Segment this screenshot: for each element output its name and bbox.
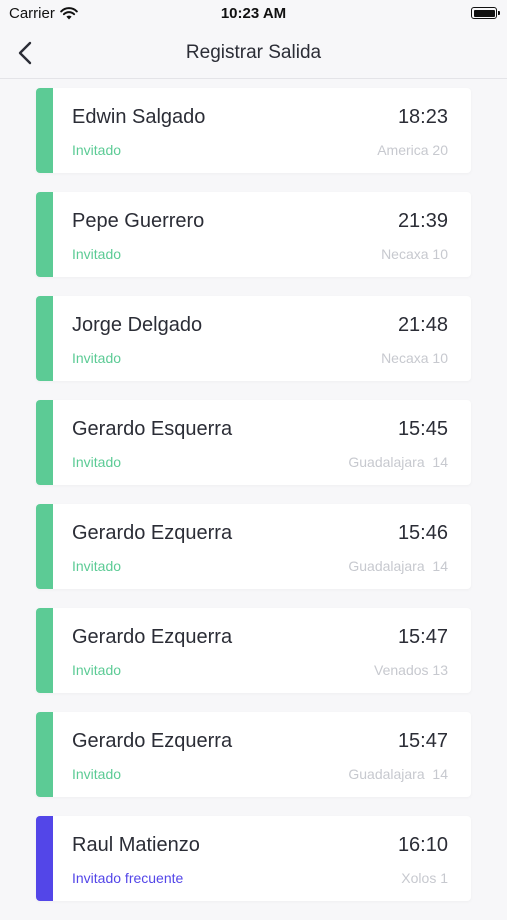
visit-type-label: Invitado xyxy=(72,350,122,366)
visit-type-label: Invitado xyxy=(72,142,122,158)
visit-type-label: Invitado frecuente xyxy=(72,870,184,886)
visit-address: Guadalajara 14 xyxy=(348,558,448,574)
visitor-name: Gerardo Ezquerra xyxy=(72,626,233,648)
entry-time: 21:39 xyxy=(397,210,448,232)
visit-card[interactable]: Gerardo Ezquerra 15:47 Invitado Guadalajara… xyxy=(36,712,471,797)
visit-address: Guadalajara 14 xyxy=(348,766,448,782)
visit-type-indicator xyxy=(36,608,53,693)
visit-type-indicator xyxy=(36,88,53,173)
battery-icon xyxy=(471,7,500,19)
visitor-name: Gerardo Ezquerra xyxy=(72,522,233,544)
visit-card[interactable]: Jorge Delgado 21:48 Invitado Necaxa 10 xyxy=(36,296,471,381)
visit-list: Edwin Salgado 18:23 Invitado America 20 Pepe… xyxy=(36,88,471,920)
visit-type-label: Invitado xyxy=(72,766,122,782)
visit-type-indicator xyxy=(36,400,53,485)
entry-time: 15:47 xyxy=(397,626,448,648)
visit-type-label: Invitado xyxy=(72,662,122,678)
visit-type-label: Invitado xyxy=(72,454,122,470)
visit-address: Necaxa 10 xyxy=(381,350,448,366)
status-bar: Carrier 10:23 AM xyxy=(0,0,507,28)
visit-address: Venados 13 xyxy=(374,662,448,678)
navigation-bar: Registrar Salida xyxy=(0,28,507,79)
visit-address: America 20 xyxy=(377,142,448,158)
visit-type-label: Invitado xyxy=(72,558,122,574)
visit-card[interactable]: Gerardo Esquerra 15:45 Invitado Guadalajara… xyxy=(36,400,471,485)
visit-type-indicator xyxy=(36,816,53,901)
visit-type-label: Invitado xyxy=(72,246,122,262)
entry-time: 15:47 xyxy=(397,730,448,752)
entry-time: 16:10 xyxy=(397,834,448,856)
entry-time: 18:23 xyxy=(397,106,448,128)
visit-card[interactable]: Edwin Salgado 18:23 Invitado America 20 xyxy=(36,88,471,173)
visitor-name: Pepe Guerrero xyxy=(72,210,205,232)
page-title: Registrar Salida xyxy=(185,42,322,63)
visit-type-indicator xyxy=(36,296,53,381)
visit-type-indicator xyxy=(36,192,53,277)
visit-address: Guadalajara 14 xyxy=(348,454,448,470)
visit-card[interactable]: Raul Matienzo 16:10 Invitado frecuente Xolo… xyxy=(36,816,471,901)
visit-address: Necaxa 10 xyxy=(381,246,448,262)
visit-card[interactable]: Pepe Guerrero 21:39 Invitado Necaxa 10 xyxy=(36,192,471,277)
visit-card[interactable]: Gerardo Ezquerra 15:47 Invitado Venados 13 xyxy=(36,608,471,693)
visitor-name: Jorge Delgado xyxy=(72,314,203,336)
entry-time: 21:48 xyxy=(397,314,448,336)
entry-time: 15:45 xyxy=(397,418,448,440)
visitor-name: Gerardo Ezquerra xyxy=(72,730,233,752)
visitor-name: Gerardo Esquerra xyxy=(72,418,233,440)
visitor-name: Edwin Salgado xyxy=(72,106,206,128)
entry-time: 15:46 xyxy=(397,522,448,544)
visitor-name: Raul Matienzo xyxy=(72,834,200,856)
visit-address: Xolos 1 xyxy=(401,870,448,886)
visit-card[interactable]: Gerardo Ezquerra 15:46 Invitado Guadalajara… xyxy=(36,504,471,589)
visit-type-indicator xyxy=(36,712,53,797)
clock: 10:23 AM xyxy=(220,5,287,22)
visit-type-indicator xyxy=(36,504,53,589)
